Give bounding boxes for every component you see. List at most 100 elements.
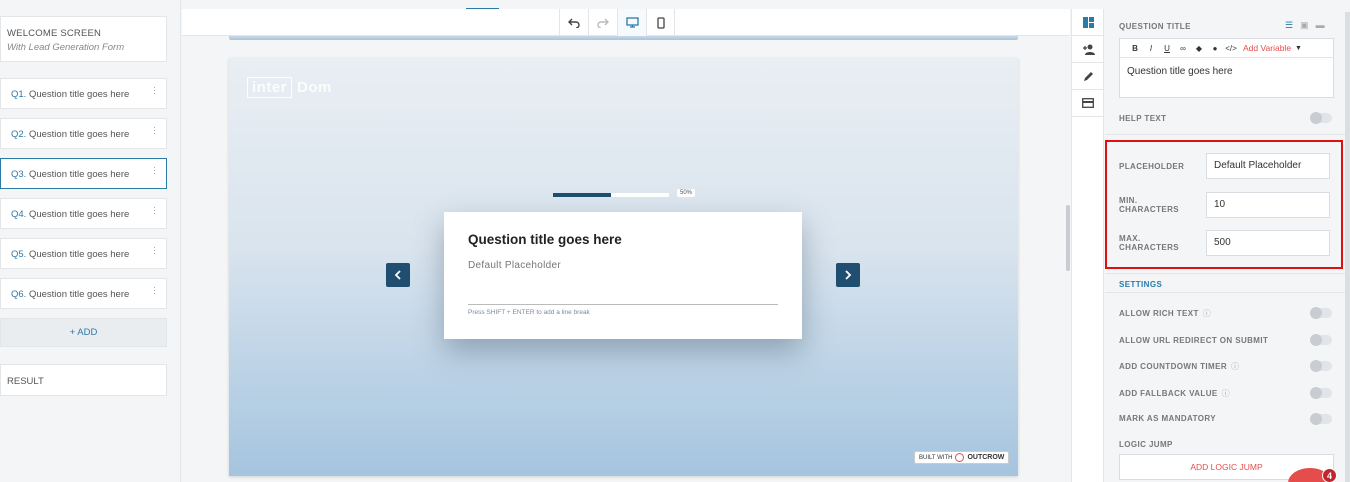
max-label-line-1: MAX. — [1119, 234, 1141, 243]
built-with-brand: OUTCROW — [967, 454, 1005, 461]
add-variable-button[interactable]: Add Variable — [1243, 43, 1291, 53]
logic-jump-label: LOGIC JUMP — [1119, 440, 1173, 449]
underline-button[interactable]: U — [1159, 44, 1175, 53]
question-number: Q1. — [11, 89, 27, 100]
redo-icon[interactable] — [588, 9, 617, 36]
allow-rich-text-label: ALLOW RICH TEXT ⓘ — [1119, 309, 1212, 318]
add-user-icon[interactable] — [1072, 36, 1104, 63]
placeholder-label: PLACEHOLDER — [1119, 162, 1185, 171]
result-item[interactable]: RESULT — [0, 364, 167, 396]
question-item-3[interactable]: Q3. Question title goes here · · · — [0, 158, 167, 189]
question-item-1[interactable]: Q1. Question title goes here · · · — [0, 78, 167, 109]
question-item-6[interactable]: Q6. Question title goes here · · · — [0, 278, 167, 309]
question-item-5[interactable]: Q5. Question title goes here · · · — [0, 238, 167, 269]
question-number: Q2. — [11, 129, 27, 140]
welcome-subtitle: With Lead Generation Form — [7, 42, 125, 53]
rich-text-toolbar: B I U ∞ ◆ ● </> Add Variable ▼ — [1120, 39, 1333, 58]
progress-label: 50% — [677, 189, 696, 197]
title-type-icons: ☰ ▣ ▬ — [1285, 20, 1325, 31]
question-settings-panel: QUESTION TITLE ☰ ▣ ▬ B I U ∞ ◆ ● </> Add… — [1105, 0, 1350, 482]
panel-scrollbar[interactable] — [1345, 12, 1350, 482]
question-label: Question title goes here — [28, 289, 130, 300]
section-divider — [1105, 273, 1350, 274]
previous-button[interactable] — [386, 263, 410, 287]
card-icon[interactable] — [1072, 90, 1104, 117]
fill-icon[interactable]: ◆ — [1191, 44, 1207, 53]
question-item-4[interactable]: Q4. Question title goes here · · · — [0, 198, 167, 229]
info-icon: ⓘ — [1221, 389, 1231, 398]
pencil-icon[interactable] — [1072, 63, 1104, 90]
bold-button[interactable]: B — [1127, 44, 1143, 53]
built-with-text: BUILT WITH — [919, 454, 953, 461]
question-title-editor: B I U ∞ ◆ ● </> Add Variable ▼ Question … — [1119, 38, 1334, 98]
brand-logo: inter Dom — [247, 77, 332, 98]
help-text-toggle[interactable] — [1310, 112, 1332, 124]
settings-heading: SETTINGS — [1119, 280, 1163, 289]
help-text-label: HELP TEXT — [1119, 114, 1167, 123]
code-button[interactable]: </> — [1223, 44, 1239, 53]
camera-icon[interactable]: ▣ — [1300, 20, 1309, 31]
question-title-label: QUESTION TITLE — [1119, 22, 1191, 31]
drag-handle-icon[interactable]: · · · — [153, 283, 156, 298]
min-label-line-2: CHARACTERS — [1119, 205, 1179, 214]
chevron-down-icon[interactable]: ▼ — [1295, 45, 1302, 52]
text-lines-icon[interactable]: ☰ — [1285, 20, 1293, 31]
question-label: Question title goes here — [28, 129, 130, 140]
drag-handle-icon[interactable]: · · · — [153, 163, 156, 178]
link-icon[interactable]: ∞ — [1175, 44, 1191, 53]
mark-as-mandatory-toggle[interactable] — [1310, 413, 1332, 425]
add-fallback-value-toggle[interactable] — [1310, 387, 1332, 399]
panel-icon-strip — [1071, 9, 1104, 482]
undo-icon[interactable] — [559, 9, 588, 36]
info-icon: ⓘ — [1202, 309, 1212, 318]
drag-handle-icon[interactable]: · · · — [153, 83, 156, 98]
add-question-button[interactable]: + ADD — [0, 318, 167, 347]
info-icon: ⓘ — [1231, 362, 1240, 371]
welcome-title: WELCOME SCREEN — [7, 28, 102, 39]
desktop-icon[interactable] — [617, 9, 646, 36]
built-with-badge[interactable]: BUILT WITH OUTCROW — [914, 451, 1010, 464]
question-item-2[interactable]: Q2. Question title goes here · · · — [0, 118, 167, 149]
video-icon[interactable]: ▬ — [1316, 20, 1325, 31]
add-fallback-value-label: ADD FALLBACK VALUE ⓘ — [1119, 389, 1231, 398]
progress-fill — [553, 193, 611, 197]
preview-canvas: inter Dom 50% Question title goes here D… — [182, 36, 1070, 482]
drag-handle-icon[interactable]: · · · — [153, 243, 156, 258]
question-title: Question title goes here — [468, 232, 622, 247]
color-drop-icon[interactable]: ● — [1207, 44, 1223, 53]
placeholder-input[interactable]: Default Placeholder — [1206, 153, 1330, 179]
logo-box-text: inter — [247, 77, 293, 98]
allow-url-redirect-label: ALLOW URL REDIRECT ON SUBMIT — [1119, 336, 1269, 345]
min-characters-input[interactable]: 10 — [1206, 192, 1330, 218]
questions-sidebar: WELCOME SCREEN With Lead Generation Form… — [0, 0, 181, 482]
add-countdown-timer-toggle[interactable] — [1310, 360, 1332, 372]
allow-rich-text-toggle[interactable] — [1310, 307, 1332, 319]
next-button[interactable] — [836, 263, 860, 287]
question-number: Q3. — [11, 169, 27, 180]
layout-icon[interactable] — [1072, 9, 1104, 36]
notification-badge: 4 — [1322, 468, 1337, 482]
allow-url-redirect-toggle[interactable] — [1310, 334, 1332, 346]
input-underline — [468, 304, 778, 305]
section-divider — [1105, 292, 1350, 293]
min-characters-label: MIN. CHARACTERS — [1119, 196, 1179, 214]
question-slide-preview: inter Dom 50% Question title goes here D… — [229, 58, 1018, 476]
italic-button[interactable]: I — [1143, 44, 1159, 53]
question-number: Q6. — [11, 289, 27, 300]
add-countdown-timer-label: ADD COUNTDOWN TIMER ⓘ — [1119, 362, 1240, 371]
max-label-line-2: CHARACTERS — [1119, 243, 1179, 252]
drag-handle-icon[interactable]: · · · — [153, 203, 156, 218]
mobile-icon[interactable] — [646, 9, 675, 36]
outgrow-logo-icon — [955, 453, 965, 462]
question-label: Question title goes here — [28, 169, 130, 180]
drag-handle-icon[interactable]: · · · — [153, 123, 156, 138]
progress-bar — [553, 193, 669, 197]
question-title-text[interactable]: Question title goes here — [1120, 58, 1333, 85]
canvas-scrollbar[interactable] — [1066, 205, 1070, 271]
max-characters-label: MAX. CHARACTERS — [1119, 234, 1179, 252]
canvas-toolbar — [182, 9, 1070, 36]
question-label: Question title goes here — [28, 89, 130, 100]
answer-input[interactable]: Default Placeholder — [468, 260, 778, 271]
welcome-screen-item[interactable]: WELCOME SCREEN With Lead Generation Form — [0, 16, 167, 62]
max-characters-input[interactable]: 500 — [1206, 230, 1330, 256]
